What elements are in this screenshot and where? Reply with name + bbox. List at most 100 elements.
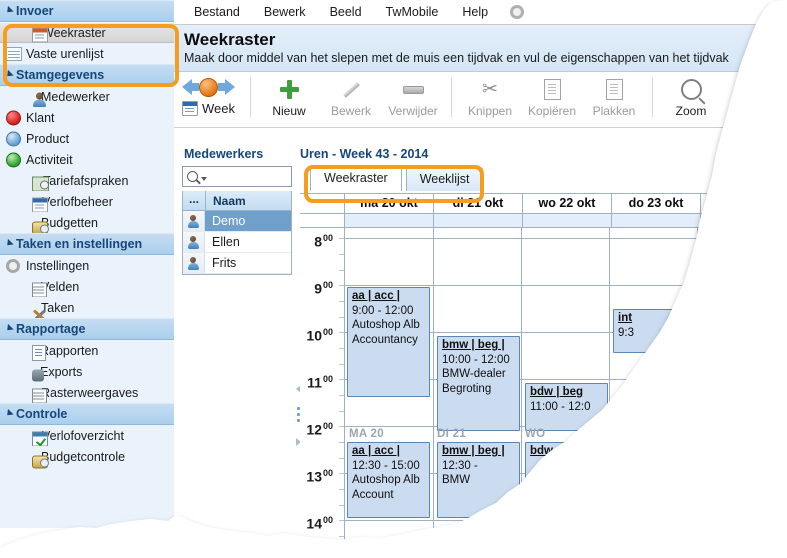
menu-item-bestand[interactable]: Bestand (182, 5, 252, 19)
sidebar-item-rasterweergaves[interactable]: Rasterweergaves (0, 382, 174, 403)
menu-item-twmobile[interactable]: TwMobile (374, 5, 451, 19)
chevron-down-icon (4, 69, 14, 80)
calendar-appointment[interactable]: int 9:3 (613, 309, 696, 353)
day-column[interactable] (609, 228, 698, 540)
search-input[interactable] (182, 166, 292, 187)
row-avatar-cell (183, 211, 205, 231)
day-header-do[interactable]: do 23 okt (612, 194, 701, 213)
gear-icon[interactable] (510, 5, 525, 19)
appointment-title: bdw | beg (530, 386, 584, 398)
menu-item-help[interactable]: Help (450, 5, 500, 19)
column-header-naam[interactable]: Naam (206, 194, 246, 208)
sidebar-item-budgetcontrole[interactable]: Budgetcontrole (0, 446, 174, 468)
inline-day-label: WO (525, 428, 546, 440)
employees-title: Medewerkers (184, 147, 264, 161)
caret-down-icon[interactable] (201, 176, 207, 181)
menu-item-bewerk[interactable]: Bewerk (252, 5, 318, 19)
page-subtitle: Maak door middel van het slepen met de m… (184, 51, 729, 65)
calendar-appointment[interactable]: bmw | beg | 10:00 - 12:00 BMW-dealer Begrot… (437, 336, 520, 431)
sidebar-item-medewerker[interactable]: Medewerker (0, 86, 174, 107)
sidebar-group-label: Taken en instellingen (16, 237, 143, 251)
all-day-cell[interactable] (523, 214, 612, 227)
sidebar-item-label: Verlofoverzicht (42, 428, 124, 443)
day-header-ma[interactable]: ma 20 okt (345, 194, 434, 213)
sidebar-item-label: Product (26, 131, 70, 146)
hour-minutes: 00 (322, 515, 333, 525)
grid-hour-line (433, 520, 521, 521)
table-row[interactable]: Ellen (183, 232, 291, 253)
table-row[interactable]: Demo (183, 211, 291, 232)
today-dot-icon[interactable] (199, 77, 218, 97)
day-header-di[interactable]: di 21 okt (434, 194, 523, 213)
toolbar-group-clipboard: ✂ Knippen Kopiëren Plakken (459, 75, 645, 123)
arrow-right-icon[interactable] (218, 79, 235, 95)
sidebar-item-weekraster[interactable]: Weekraster (0, 22, 174, 43)
zoom-button[interactable]: Zoom (660, 75, 722, 118)
menu-item-beeld[interactable]: Beeld (318, 5, 374, 19)
column-header-icon[interactable]: ... (183, 191, 206, 210)
sidebar-item-exports[interactable]: Exports (0, 361, 174, 382)
sidebar-item-instellingen[interactable]: Instellingen (0, 255, 174, 276)
sidebar-group-taken-en-instellingen[interactable]: Taken en instellingen (0, 233, 174, 255)
hour-label: 800 (314, 231, 333, 249)
sidebar-item-activiteit[interactable]: Activiteit (0, 149, 174, 170)
table-icon (32, 388, 47, 403)
sidebar-item-product[interactable]: Product (0, 128, 174, 149)
sidebar-item-rapporten[interactable]: Rapporten (0, 340, 174, 361)
arrow-left-icon[interactable] (182, 79, 199, 95)
sidebar-item-klant[interactable]: Klant (0, 107, 174, 128)
tab-weeklijst[interactable]: Weeklijst (405, 167, 484, 191)
all-day-cell[interactable] (612, 214, 701, 227)
cut-button[interactable]: ✂ Knippen (459, 75, 521, 118)
calendar-blue-icon (32, 197, 48, 212)
realtime-button[interactable]: Real time (722, 75, 785, 118)
day-columns: aa | acc | 9:00 - 12:00 Autoshop Alb Accoun… (345, 228, 787, 540)
appointment-time: 11:00 - 12:0 (530, 400, 591, 413)
sidebar-item-taken[interactable]: Taken (0, 297, 174, 318)
employees-panel: Medewerkers ... Naam Demo Ellen Frits (182, 145, 292, 540)
copy-button[interactable]: Kopiëren (521, 75, 583, 118)
tab-weekraster[interactable]: Weekraster (310, 166, 402, 191)
hour-label: 1000 (306, 325, 333, 343)
calendar-check-icon (32, 431, 48, 446)
sidebar-group-controle[interactable]: Controle (0, 403, 174, 425)
appointment-title: int (618, 312, 633, 324)
calendar-day-header: ma 20 okt di 21 okt wo 22 okt do 23 okt (300, 194, 787, 214)
calendar-tabs: Weekraster Weeklijst (300, 165, 787, 191)
all-day-cell[interactable] (434, 214, 523, 227)
page-header: Weekraster Maak door middel van het slep… (174, 25, 787, 72)
appointment-detail: Account (352, 488, 394, 501)
sidebar-item-verlofbeheer[interactable]: Verlofbeheer (0, 191, 174, 212)
sidebar-item-tariefafspraken[interactable]: Tariefafspraken (0, 170, 174, 191)
sidebar-item-velden[interactable]: Velden (0, 276, 174, 297)
sidebar-item-budgetten[interactable]: Budgetten (0, 212, 174, 234)
calendar-appointment[interactable]: aa | acc | 9:00 - 12:00 Autoshop Alb Accoun… (347, 287, 430, 397)
table-row[interactable]: Frits (183, 253, 291, 274)
page-title: Weekraster (184, 30, 276, 49)
week-button[interactable]: Week (182, 101, 235, 116)
edit-button[interactable]: Bewerk (320, 75, 382, 118)
all-day-cell[interactable] (345, 214, 434, 227)
appointment-title: aa | acc | (352, 445, 400, 457)
paste-button[interactable]: Plakken (583, 75, 645, 118)
calendar-appointment[interactable]: bdw | beg 11:00 - 12:0 (525, 383, 608, 431)
day-header-wo[interactable]: wo 22 okt (523, 194, 612, 213)
copy-icon (543, 79, 561, 100)
person-icon (187, 214, 200, 228)
new-button[interactable]: Nieuw (258, 75, 320, 118)
sidebar-group-label: Invoer (16, 4, 54, 18)
sidebar-group-stamgegevens[interactable]: Stamgegevens (0, 64, 174, 86)
calendar-appointment[interactable]: bdw (525, 442, 608, 518)
sidebar-group-invoer[interactable]: Invoer (0, 0, 174, 22)
calendar-appointment[interactable]: aa | acc | 12:30 - 15:00 Autoshop Alb Accou… (347, 442, 430, 518)
calendar-appointment[interactable]: bmw | beg | 12:30 - BMW (437, 442, 520, 518)
all-day-gutter (300, 214, 345, 227)
sidebar-item-verlofoverzicht[interactable]: Verlofoverzicht (0, 425, 174, 446)
calendar-grid: ma 20 okt di 21 okt wo 22 okt do 23 okt … (300, 193, 787, 540)
sidebar-item-vaste-urenlijst[interactable]: Vaste urenlijst (0, 43, 174, 64)
delete-button[interactable]: Verwijder (382, 75, 444, 118)
grid-hour-line (521, 238, 609, 239)
hour-number: 11 (307, 374, 322, 391)
sidebar-group-rapportage[interactable]: Rapportage (0, 318, 174, 340)
time-tick (339, 520, 344, 521)
